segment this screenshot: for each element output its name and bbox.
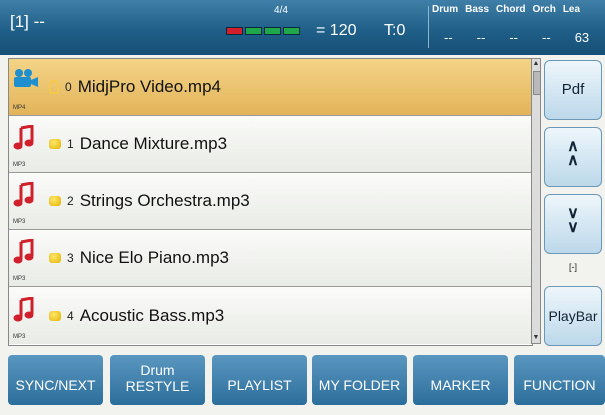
file-row[interactable]: MP3 3 Nice Elo Piano.mp3 [9,230,532,287]
track-label-chord: Chord [496,4,526,15]
file-name: Dance Mixture.mp3 [79,134,228,153]
file-name: Nice Elo Piano.mp3 [79,248,229,267]
track-value: -- [509,30,519,45]
track-label-drum: Drum [432,4,459,15]
track-value: -- [444,30,453,45]
tempo-display: = 120 [316,22,357,39]
drum-restyle-button[interactable]: Drum RESTYLE [110,355,205,405]
file-type-label: MP3 [13,333,26,340]
music-note-icon: MP3 [11,176,43,226]
scroll-up-arrow-icon[interactable]: ▲ [532,59,540,69]
restyle-label: RESTYLE [125,378,190,394]
beat-cell [283,27,300,35]
page-indicator: [-] [569,262,577,272]
track-label-bass: Bass [465,4,490,15]
file-row[interactable]: MP4 0 MidjPro Video.mp4 [9,59,532,116]
file-index: 3 [67,251,74,265]
video-camera-icon: MP4 [11,62,43,112]
beat-cell [245,27,262,35]
top-status-bar: [1] -- - 4/4 = 120 T:0 DrumBassChordOrch… [0,0,605,55]
music-note-icon: MP3 [11,119,43,169]
file-index: 1 [67,137,74,151]
beat-meter [226,27,300,35]
track-label-orch: Orch [532,4,556,15]
chevron-up-icon: ∧ ∧ [567,138,579,169]
file-index: 4 [67,308,74,323]
file-list: MP4 0 MidjPro Video.mp4 MP3 1 Dance Mixt… [8,58,533,346]
playlist-button[interactable]: PLAYLIST [212,355,307,405]
list-scrollbar[interactable]: ▲ ▼ [531,58,541,344]
file-type-label: MP3 [13,219,26,225]
drum-label: Drum [140,362,175,378]
lock-icon [49,80,59,94]
file-bullet-icon [49,253,61,263]
track-labels: Drum Bass Chord Orch Lea [432,4,587,15]
file-index: 2 [67,194,74,208]
marker-button[interactable]: MARKER [413,355,508,405]
beat-cell [226,27,243,35]
track-value: -- [476,30,486,45]
transpose-display: T:0 [384,22,406,39]
scroll-thumb[interactable] [533,71,541,95]
song-indicator: [1] -- [10,12,45,31]
file-bullet-icon [49,196,61,206]
file-row[interactable]: MP3 1 Dance Mixture.mp3 [9,116,532,173]
scroll-down-arrow-icon[interactable]: ▼ [532,333,540,343]
file-name: Strings Orchestra.mp3 [79,191,250,210]
track-value: 63 [574,30,590,45]
playbar-button[interactable]: PlayBar [544,286,602,346]
sync-next-button[interactable]: SYNC/NEXT [8,355,103,405]
my-folder-button[interactable]: MY FOLDER [312,355,407,405]
file-type-label: MP3 [13,276,26,282]
music-note-icon: MP3 [11,291,43,341]
track-value: -- [542,30,551,45]
file-row[interactable]: MP3 2 Strings Orchestra.mp3 [9,173,532,230]
function-button[interactable]: FUNCTION [514,355,605,405]
file-bullet-icon [49,139,61,149]
music-note-icon: MP3 [11,233,43,283]
chevron-down-icon: ∨ ∨ [567,205,579,236]
beat-cell [264,27,281,35]
file-bullet-icon [49,310,61,321]
time-signature: 4/4 [274,5,288,16]
track-label-lead: Lea [562,4,581,15]
file-type-label: MP3 [13,162,26,168]
file-index: 0 [65,80,72,94]
file-row[interactable]: MP3 4 Acoustic Bass.mp3 [9,287,532,344]
track-values: -- -- -- -- 63 [444,30,589,45]
file-name: Acoustic Bass.mp3 [79,305,225,325]
page-down-button[interactable]: ∨ ∨ [544,194,602,254]
page-up-button[interactable]: ∧ ∧ [544,127,602,187]
header-divider [428,6,429,48]
pdf-button[interactable]: Pdf [544,60,602,120]
file-type-label: MP4 [13,105,26,111]
file-name: MidjPro Video.mp4 [77,77,222,96]
